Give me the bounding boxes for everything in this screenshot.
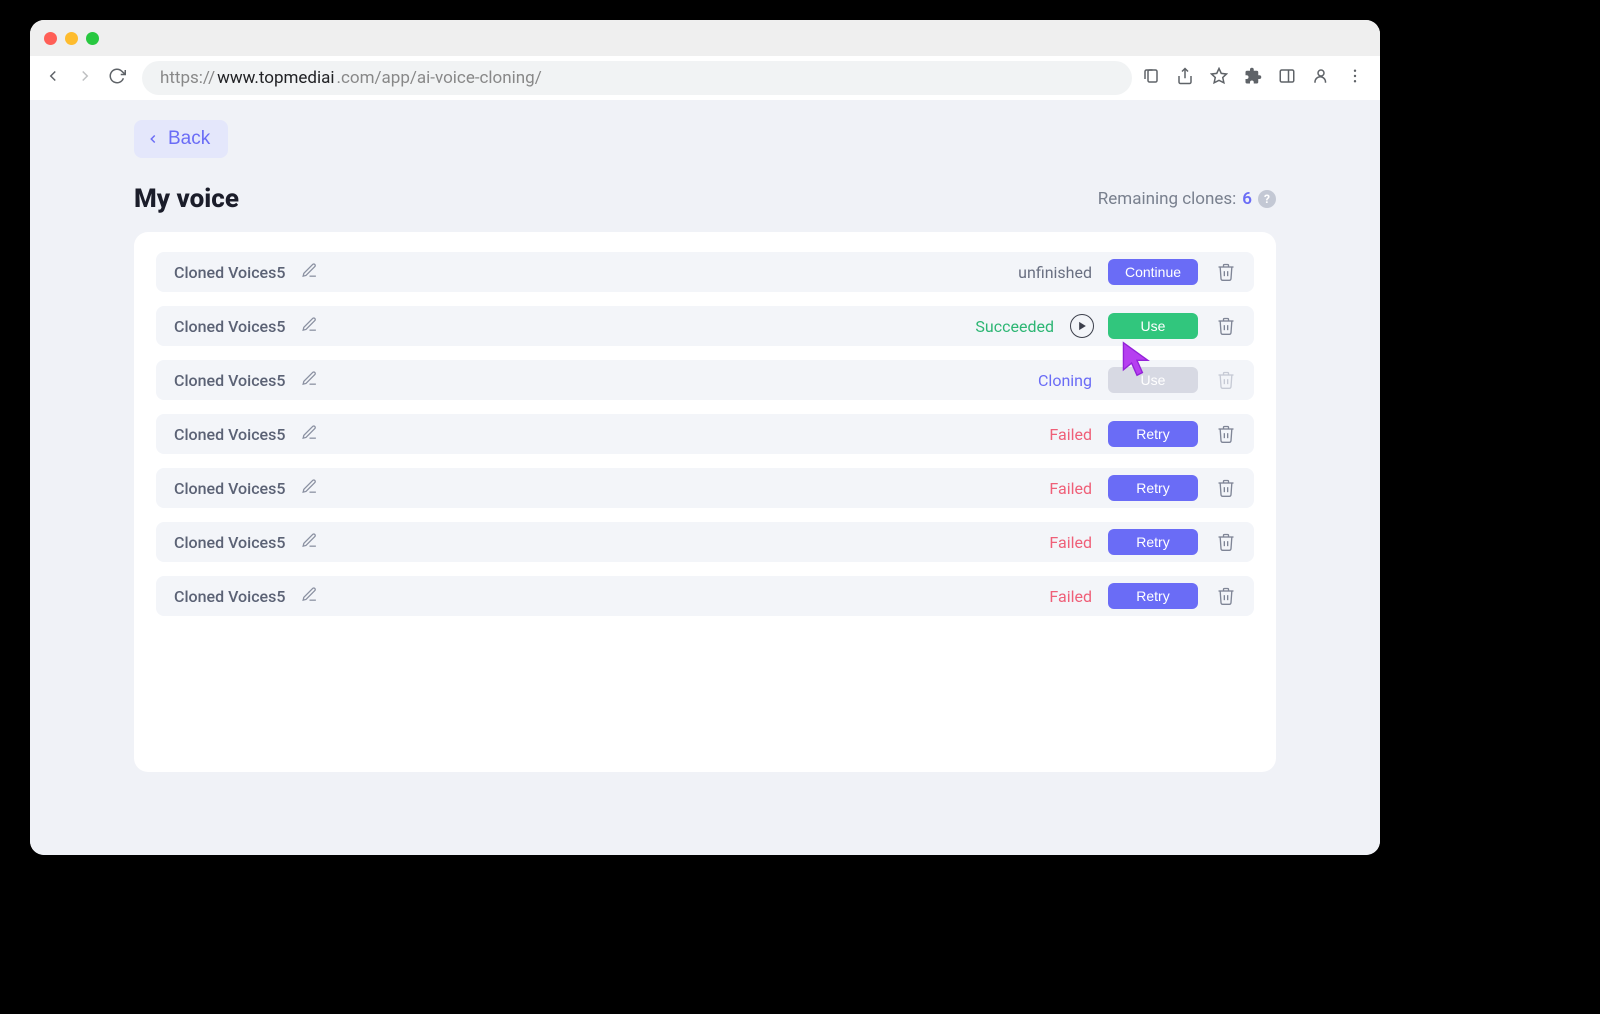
edit-icon[interactable]: [301, 316, 318, 337]
kebab-menu-icon[interactable]: [1346, 67, 1364, 89]
voice-name: Cloned Voices5: [174, 425, 285, 444]
minimize-window-button[interactable]: [65, 32, 78, 45]
retry-button[interactable]: Retry: [1108, 529, 1198, 555]
reload-icon[interactable]: [108, 67, 126, 89]
voice-row: Cloned Voices5 Failed Retry: [156, 414, 1254, 454]
address-bar[interactable]: https:// www.topmediai .com/app/ai-voice…: [142, 61, 1132, 95]
edit-icon[interactable]: [301, 586, 318, 607]
trash-icon[interactable]: [1216, 478, 1236, 498]
edit-icon[interactable]: [301, 424, 318, 445]
voice-row: Cloned Voices5 Failed Retry: [156, 576, 1254, 616]
trash-icon[interactable]: [1216, 424, 1236, 444]
voice-row: Cloned Voices5 Failed Retry: [156, 522, 1254, 562]
extensions-icon[interactable]: [1244, 67, 1262, 89]
remaining-label: Remaining clones:: [1098, 189, 1236, 209]
edit-icon[interactable]: [301, 478, 318, 499]
edit-icon[interactable]: [301, 262, 318, 283]
panel-icon[interactable]: [1278, 67, 1296, 89]
close-window-button[interactable]: [44, 32, 57, 45]
star-icon[interactable]: [1210, 67, 1228, 89]
clipboard-icon[interactable]: [1142, 67, 1160, 89]
trash-icon[interactable]: [1216, 262, 1236, 282]
status-failed: Failed: [1049, 533, 1092, 552]
url-scheme: https://: [160, 68, 215, 88]
status-cloning: Cloning: [1038, 371, 1092, 390]
window-titlebar: [30, 20, 1380, 56]
url-path: .com/app/ai-voice-cloning/: [337, 68, 542, 88]
voice-row: Cloned Voices5 Failed Retry: [156, 468, 1254, 508]
retry-button[interactable]: Retry: [1108, 421, 1198, 447]
continue-button[interactable]: Continue: [1108, 259, 1198, 285]
play-button[interactable]: [1070, 314, 1094, 338]
trash-icon: [1216, 370, 1236, 390]
status-failed: Failed: [1049, 587, 1092, 606]
trash-icon[interactable]: [1216, 316, 1236, 336]
status-failed: Failed: [1049, 425, 1092, 444]
page-content: Back My voice Remaining clones: 6 ? Clon…: [30, 100, 1380, 855]
edit-icon[interactable]: [301, 370, 318, 391]
status-unfinished: unfinished: [1018, 263, 1092, 282]
trash-icon[interactable]: [1216, 586, 1236, 606]
voice-name: Cloned Voices5: [174, 317, 285, 336]
share-icon[interactable]: [1176, 67, 1194, 89]
voice-name: Cloned Voices5: [174, 533, 285, 552]
browser-window: https:// www.topmediai .com/app/ai-voice…: [30, 20, 1380, 855]
maximize-window-button[interactable]: [86, 32, 99, 45]
use-button[interactable]: Use: [1108, 313, 1198, 339]
help-icon[interactable]: ?: [1258, 190, 1276, 208]
url-host: www.topmediai: [217, 68, 334, 88]
voice-row: Cloned Voices5 unfinished Continue: [156, 252, 1254, 292]
remaining-clones: Remaining clones: 6 ?: [1098, 189, 1276, 209]
page-title: My voice: [134, 184, 239, 214]
edit-icon[interactable]: [301, 532, 318, 553]
voice-name: Cloned Voices5: [174, 263, 285, 282]
retry-button[interactable]: Retry: [1108, 583, 1198, 609]
use-button: Use: [1108, 367, 1198, 393]
status-failed: Failed: [1049, 479, 1092, 498]
status-succeeded: Succeeded: [975, 317, 1054, 336]
browser-toolbar: https:// www.topmediai .com/app/ai-voice…: [30, 56, 1380, 100]
window-controls: [44, 32, 99, 45]
nav-back-icon[interactable]: [44, 67, 62, 89]
back-label: Back: [168, 128, 210, 150]
voices-card: Cloned Voices5unfinishedContinueCloned V…: [134, 232, 1276, 772]
trash-icon[interactable]: [1216, 532, 1236, 552]
profile-icon[interactable]: [1312, 67, 1330, 89]
nav-forward-icon[interactable]: [76, 67, 94, 89]
voice-row: Cloned Voices5 Succeeded Use: [156, 306, 1254, 346]
voice-name: Cloned Voices5: [174, 371, 285, 390]
back-button[interactable]: Back: [134, 120, 228, 158]
retry-button[interactable]: Retry: [1108, 475, 1198, 501]
voice-name: Cloned Voices5: [174, 479, 285, 498]
remaining-count: 6: [1242, 189, 1252, 209]
voice-name: Cloned Voices5: [174, 587, 285, 606]
voice-row: Cloned Voices5 Cloning Use: [156, 360, 1254, 400]
